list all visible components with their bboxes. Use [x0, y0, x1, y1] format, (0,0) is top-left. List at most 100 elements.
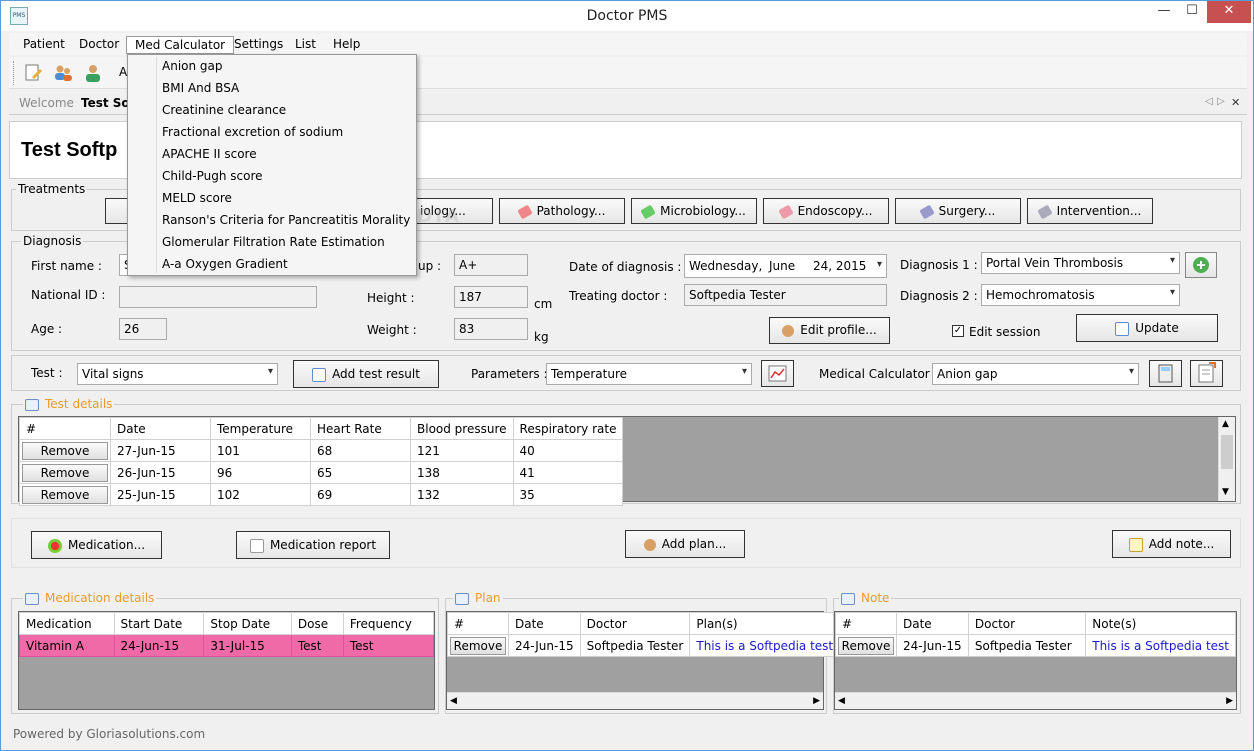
weight-field[interactable]: 83 [454, 318, 528, 340]
date-of-diagnosis-picker[interactable]: Wednesday, June 24, 2015 ▾ [684, 254, 887, 278]
column-header[interactable]: # [19, 417, 111, 440]
pathology-button[interactable]: Pathology... [499, 198, 625, 224]
minimize-button[interactable]: — [1151, 1, 1177, 23]
new-record-icon[interactable] [23, 63, 43, 83]
menu-item-meld[interactable]: MELD score [162, 191, 232, 205]
column-header[interactable]: # [835, 612, 897, 635]
menu-item-fractional-excretion-sodium[interactable]: Fractional excretion of sodium [162, 125, 343, 139]
column-header[interactable]: Temperature [210, 417, 311, 440]
menu-doctor[interactable]: Doctor [71, 36, 127, 54]
column-header[interactable]: # [447, 612, 509, 635]
column-header[interactable]: Start Date [113, 612, 205, 635]
menu-item-aa-oxygen-gradient[interactable]: A-a Oxygen Gradient [162, 257, 288, 271]
remove-button[interactable]: Remove [22, 485, 108, 504]
add-diagnosis-button[interactable] [1185, 252, 1217, 278]
scroll-right-icon[interactable]: ▶ [813, 696, 820, 706]
patients-icon[interactable] [53, 63, 73, 83]
diagnosis-2-select[interactable]: Hemochromatosis ▾ [981, 284, 1180, 306]
vertical-scrollbar[interactable]: ▲ ▼ [1218, 417, 1235, 501]
chevron-down-icon[interactable]: ▾ [877, 259, 882, 270]
cell-date: 24-Jun-15 [508, 634, 581, 657]
horizontal-scrollbar[interactable]: ◀ ▶ [447, 692, 823, 709]
diagnosis-1-select[interactable]: Portal Vein Thrombosis ▾ [981, 252, 1180, 274]
remove-button[interactable]: Remove [22, 463, 108, 482]
add-note-button[interactable]: Add note... [1112, 530, 1231, 558]
horizontal-scrollbar[interactable]: ◀ ▶ [835, 692, 1236, 709]
menu-help[interactable]: Help [325, 36, 368, 54]
edit-session-checkbox[interactable]: ✓ [952, 325, 964, 337]
medication-report-button[interactable]: Medication report [236, 531, 390, 559]
close-button[interactable]: ✕ [1207, 1, 1251, 23]
medication-button[interactable]: Medication... [31, 531, 162, 559]
intervention-button[interactable]: Intervention... [1027, 198, 1153, 224]
cell-respiratory-rate: 35 [512, 483, 624, 506]
treating-doctor-field[interactable]: Softpedia Tester [684, 284, 887, 306]
tab-welcome[interactable]: Welcome [19, 96, 74, 110]
column-header[interactable]: Blood pressure [410, 417, 514, 440]
scroll-right-icon[interactable]: ▶ [1226, 696, 1233, 706]
scroll-left-icon[interactable]: ◀ [838, 696, 845, 706]
column-header[interactable]: Stop Date [203, 612, 292, 635]
tab-close-icon[interactable]: ✕ [1231, 96, 1240, 109]
menu-item-bmi-bsa[interactable]: BMI And BSA [162, 81, 239, 95]
calculator-button[interactable] [1149, 360, 1182, 387]
tab-scroll-left-icon[interactable]: ◁ [1205, 96, 1213, 107]
parameters-select[interactable]: Temperature ▾ [546, 363, 752, 385]
menu-patient[interactable]: Patient [15, 36, 73, 54]
update-button[interactable]: Update [1076, 314, 1218, 342]
medical-calculator-select[interactable]: Anion gap ▾ [932, 363, 1139, 385]
age-field[interactable]: 26 [119, 318, 167, 340]
microbiology-button[interactable]: Microbiology... [631, 198, 757, 224]
maximize-button[interactable]: ☐ [1179, 1, 1205, 23]
menu-item-ranson-criteria[interactable]: Ranson's Criteria for Pancreatitis Moral… [162, 213, 410, 227]
scroll-up-icon[interactable]: ▲ [1222, 419, 1229, 429]
scroll-left-icon[interactable]: ◀ [450, 696, 457, 706]
tab-scroll-right-icon[interactable]: ▷ [1217, 96, 1225, 107]
edit-profile-button[interactable]: Edit profile... [769, 317, 890, 344]
menu-med-calculator[interactable]: Med Calculator [126, 36, 235, 54]
report-icon [249, 538, 264, 553]
table-row: Remove 25-Jun-15 102 69 132 35 [19, 483, 624, 506]
column-header[interactable]: Date [896, 612, 969, 635]
column-header[interactable]: Note(s) [1085, 612, 1236, 635]
menu-item-anion-gap[interactable]: Anion gap [162, 59, 223, 73]
column-header[interactable]: Date [508, 612, 581, 635]
remove-button[interactable]: Remove [450, 636, 506, 655]
scroll-down-icon[interactable]: ▼ [1222, 487, 1229, 497]
medication-details-grid: Medication Start Date Stop Date Dose Fre… [18, 611, 435, 710]
table-icon [25, 592, 39, 605]
menu-list[interactable]: List [287, 36, 324, 54]
add-test-result-button[interactable]: Add test result [293, 360, 439, 388]
table-row[interactable]: Vitamin A 24-Jun-15 31-Jul-15 Test Test [19, 634, 435, 657]
column-header[interactable]: Heart Rate [310, 417, 411, 440]
remove-button[interactable]: Remove [22, 441, 108, 460]
blood-group-field[interactable]: A+ [454, 254, 528, 276]
add-plan-button[interactable]: Add plan... [625, 530, 745, 558]
column-header[interactable]: Medication [19, 612, 115, 635]
surgery-button[interactable]: Surgery... [895, 198, 1021, 224]
menu-settings[interactable]: Settings [226, 36, 291, 54]
chart-button[interactable] [761, 360, 794, 387]
menu-item-child-pugh[interactable]: Child-Pugh score [162, 169, 263, 183]
column-header[interactable]: Plan(s) [689, 612, 841, 635]
scroll-thumb[interactable] [1221, 435, 1233, 469]
height-label: Height : [367, 291, 415, 305]
test-select[interactable]: Vital signs ▾ [77, 363, 278, 385]
menu-item-apache-ii[interactable]: APACHE II score [162, 147, 257, 161]
endoscopy-button[interactable]: Endoscopy... [763, 198, 889, 224]
doctor-icon[interactable] [83, 63, 103, 83]
column-header[interactable]: Doctor [967, 612, 1087, 635]
column-header[interactable]: Date [110, 417, 211, 440]
column-header[interactable]: Respiratory rate [512, 417, 624, 440]
column-header[interactable]: Doctor [579, 612, 691, 635]
menu-item-gfr-estimation[interactable]: Glomerular Filtration Rate Estimation [162, 235, 385, 249]
column-header[interactable]: Frequency [342, 612, 435, 635]
column-header[interactable]: Dose [290, 612, 344, 635]
national-id-field[interactable] [119, 286, 317, 308]
test-details-grid: # Date Temperature Heart Rate Blood pres… [18, 416, 1236, 506]
endoscopy-label: Endoscopy... [797, 204, 873, 218]
remove-button[interactable]: Remove [838, 636, 894, 655]
height-field[interactable]: 187 [454, 286, 528, 308]
menu-item-creatinine-clearance[interactable]: Creatinine clearance [162, 103, 286, 117]
report-button[interactable] [1190, 360, 1223, 387]
